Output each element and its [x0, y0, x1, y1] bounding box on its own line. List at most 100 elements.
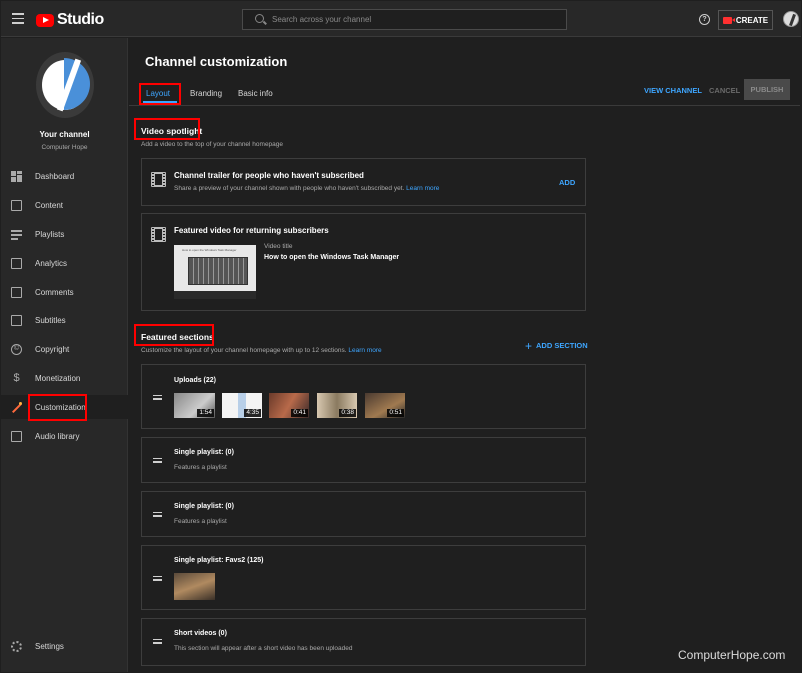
view-channel-button[interactable]: VIEW CHANNEL: [644, 86, 702, 95]
copyright-icon: ©: [11, 343, 22, 355]
drag-handle-icon[interactable]: [153, 395, 162, 400]
sidebar-item-label: Monetization: [35, 373, 81, 383]
sidebar-item-label: Playlists: [35, 229, 65, 239]
sidebar-item-subtitles[interactable]: Subtitles: [1, 308, 128, 332]
learn-more-link[interactable]: Learn more: [348, 347, 381, 354]
plus-icon: +: [525, 339, 533, 353]
channel-trailer-card: Channel trailer for people who haven't s…: [141, 158, 586, 206]
subtitles-icon: [11, 314, 22, 326]
video-duration: 0:38: [339, 409, 356, 417]
content-icon: [11, 199, 22, 211]
sidebar-item-dashboard[interactable]: Dashboard: [1, 164, 128, 188]
upload-thumbnail[interactable]: 1:54: [174, 393, 215, 418]
sidebar-item-copyright[interactable]: © Copyright: [1, 337, 128, 361]
sidebar-item-monetization[interactable]: $ Monetization: [1, 366, 128, 390]
video-duration: 1:54: [197, 409, 214, 417]
analytics-icon: [11, 257, 22, 269]
section-card-single-playlist: Single playlist: (0) Features a playlist: [141, 491, 586, 537]
tab-branding[interactable]: Branding: [190, 89, 222, 98]
video-duration: 0:41: [291, 409, 308, 417]
section-title: Single playlist: (0): [174, 503, 234, 510]
sidebar-item-label: Subtitles: [35, 315, 66, 325]
publish-button[interactable]: PUBLISH: [744, 79, 790, 100]
playlist-thumbnail[interactable]: [174, 573, 215, 600]
sidebar: Your channel Computer Hope Dashboard Con…: [1, 38, 128, 672]
section-title: Single playlist: Favs2 (125): [174, 557, 264, 564]
search-input[interactable]: Search across your channel: [242, 9, 567, 30]
page-title: Channel customization: [145, 54, 288, 69]
sidebar-item-label: Dashboard: [35, 171, 75, 181]
film-icon: [151, 227, 166, 242]
featured-video-thumbnail[interactable]: How to open the Windows Task Manager: [174, 245, 256, 299]
search-icon: [255, 14, 264, 23]
add-trailer-button[interactable]: ADD: [559, 178, 575, 187]
logo-text: Studio: [57, 11, 104, 28]
drag-handle-icon[interactable]: [153, 639, 162, 644]
section-card-short-videos: Short videos (0) This section will appea…: [141, 618, 586, 666]
highlight-box-customization: [28, 394, 87, 421]
sidebar-item-label: Audio library: [35, 431, 80, 441]
featured-video-title: Featured video for returning subscribers: [174, 226, 329, 235]
film-icon: [151, 172, 166, 187]
sidebar-item-playlists[interactable]: Playlists: [1, 222, 128, 246]
highlight-box-layout: [139, 83, 181, 105]
upload-thumbnail[interactable]: 0:41: [269, 393, 309, 418]
sidebar-item-label: Comments: [35, 287, 74, 297]
create-label: CREATE: [735, 15, 769, 25]
playlists-icon: [11, 230, 22, 241]
channel-avatar[interactable]: [36, 52, 94, 118]
section-card-single-playlist-favs2: Single playlist: Favs2 (125): [141, 545, 586, 610]
monetization-icon: $: [13, 371, 20, 384]
section-title: Short videos (0): [174, 630, 227, 637]
featured-sections-desc: Customize the layout of your channel hom…: [141, 347, 382, 354]
featured-video-name: How to open the Windows Task Manager: [264, 254, 400, 261]
video-duration: 4:35: [244, 409, 261, 417]
sidebar-item-content[interactable]: Content: [1, 193, 128, 217]
drag-handle-icon[interactable]: [153, 512, 162, 517]
thumbnail-caption: How to open the Windows Task Manager: [182, 248, 237, 252]
section-desc: This section will appear after a short v…: [174, 645, 353, 652]
customization-icon: [11, 401, 22, 413]
studio-logo[interactable]: Studio: [36, 11, 104, 29]
add-section-label: ADD SECTION: [536, 341, 588, 350]
channel-name: Computer Hope: [41, 144, 88, 151]
video-camera-icon: [722, 16, 735, 24]
sidebar-item-analytics[interactable]: Analytics: [1, 251, 128, 275]
cancel-button[interactable]: CANCEL: [709, 86, 740, 95]
watermark: ComputerHope.com: [678, 648, 786, 662]
section-card-uploads: Uploads (22) 1:54 4:35 0:41 0:38 0:51: [141, 364, 586, 429]
highlight-box-video-spotlight: [134, 118, 200, 140]
upload-thumbnail[interactable]: 0:51: [365, 393, 405, 418]
sidebar-item-settings[interactable]: Settings: [1, 634, 128, 658]
help-icon[interactable]: ?: [699, 14, 710, 25]
section-desc: Features a playlist: [174, 518, 227, 525]
audio-library-icon: [11, 430, 22, 442]
sidebar-item-label: Settings: [35, 641, 64, 651]
featured-video-card: Featured video for returning subscribers…: [141, 213, 586, 311]
comments-icon: [11, 286, 22, 298]
add-section-button[interactable]: + ADD SECTION: [525, 339, 588, 353]
account-avatar[interactable]: [783, 11, 799, 27]
learn-more-link[interactable]: Learn more: [406, 185, 439, 192]
sidebar-item-label: Content: [35, 200, 64, 210]
tab-basic-info[interactable]: Basic info: [238, 89, 273, 98]
drag-handle-icon[interactable]: [153, 458, 162, 463]
highlight-box-featured-sections: [134, 324, 214, 346]
drag-handle-icon[interactable]: [153, 576, 162, 581]
upload-thumbnail[interactable]: 0:38: [317, 393, 357, 418]
create-button[interactable]: CREATE: [718, 10, 773, 30]
search-placeholder: Search across your channel: [272, 15, 372, 24]
top-bar: Studio Search across your channel ? CREA…: [1, 1, 801, 37]
video-spotlight-desc: Add a video to the top of your channel h…: [141, 141, 284, 148]
dashboard-icon: [11, 170, 22, 182]
video-duration: 0:51: [387, 409, 404, 417]
youtube-logo-icon: [36, 13, 54, 27]
sidebar-item-audio-library[interactable]: Audio library: [1, 424, 128, 448]
sidebar-item-comments[interactable]: Comments: [1, 280, 128, 304]
section-desc: Features a playlist: [174, 464, 227, 471]
section-title: Single playlist: (0): [174, 449, 234, 456]
sidebar-item-label: Copyright: [35, 344, 70, 354]
upload-thumbnail[interactable]: 4:35: [222, 393, 262, 418]
section-title: Uploads (22): [174, 377, 217, 384]
menu-icon[interactable]: [12, 13, 24, 24]
